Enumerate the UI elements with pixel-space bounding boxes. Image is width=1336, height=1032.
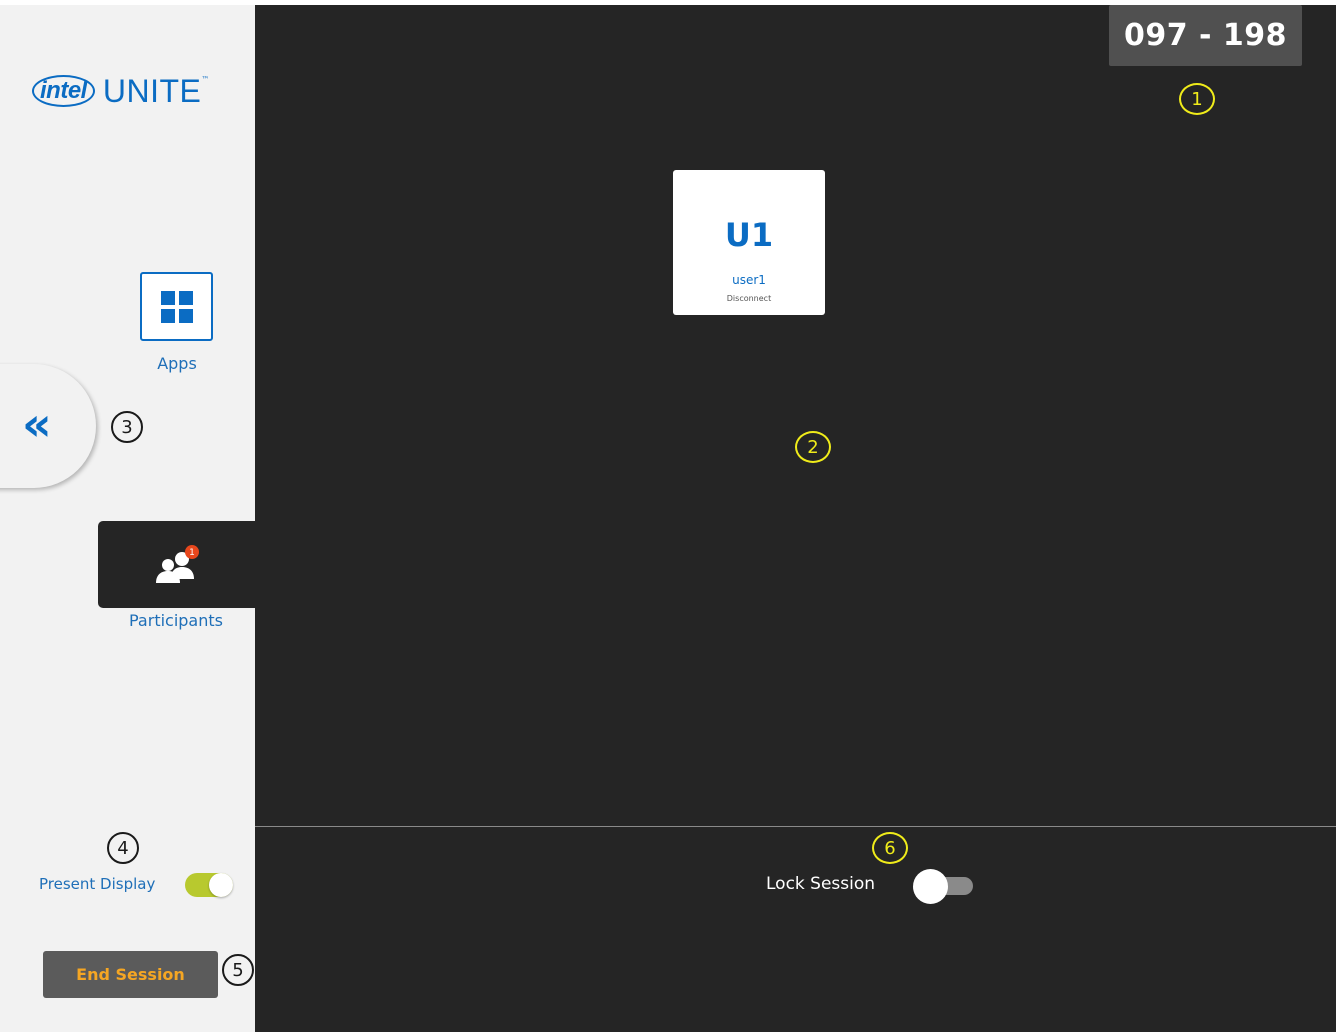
participants-icon: 1	[156, 545, 199, 583]
intel-logo-text: intel	[32, 75, 95, 107]
apps-grid-icon	[161, 291, 193, 323]
double-chevron-left-icon: «	[22, 397, 52, 451]
present-display-toggle[interactable]	[185, 873, 233, 897]
intel-unite-logo: intel UNITE ™	[32, 71, 209, 111]
participants-badge-count: 1	[189, 548, 195, 558]
session-pin: 097 - 198	[1109, 5, 1302, 66]
divider	[255, 826, 1336, 827]
participant-initials: U1	[724, 216, 774, 254]
apps-button[interactable]	[140, 272, 213, 341]
disconnect-link[interactable]: Disconnect	[673, 294, 825, 303]
annotation-marker-5: 5	[222, 954, 254, 986]
present-display-toggle-knob	[209, 873, 233, 897]
annotation-marker-2: 2	[795, 431, 831, 463]
annotation-marker-4: 4	[107, 832, 139, 864]
sidebar: intel UNITE ™ Apps 1 Participants Presen…	[0, 5, 255, 1032]
participant-name: user1	[732, 273, 766, 287]
apps-label: Apps	[157, 354, 197, 373]
end-session-button[interactable]: End Session	[43, 951, 218, 998]
unite-logo-text: UNITE	[102, 72, 202, 109]
participants-tab[interactable]: 1	[98, 521, 255, 608]
annotation-marker-6: 6	[872, 832, 908, 864]
lock-session-label: Lock Session	[766, 874, 876, 894]
participants-label: Participants	[129, 611, 223, 630]
lock-session-toggle-knob	[913, 869, 948, 904]
lock-session-toggle[interactable]	[913, 869, 973, 904]
annotation-marker-3: 3	[111, 411, 143, 443]
participant-card: U1 user1 Disconnect	[673, 170, 825, 315]
present-display-label: Present Display	[39, 875, 156, 893]
annotation-marker-1: 1	[1179, 83, 1215, 115]
trademark-symbol: ™	[201, 75, 210, 84]
